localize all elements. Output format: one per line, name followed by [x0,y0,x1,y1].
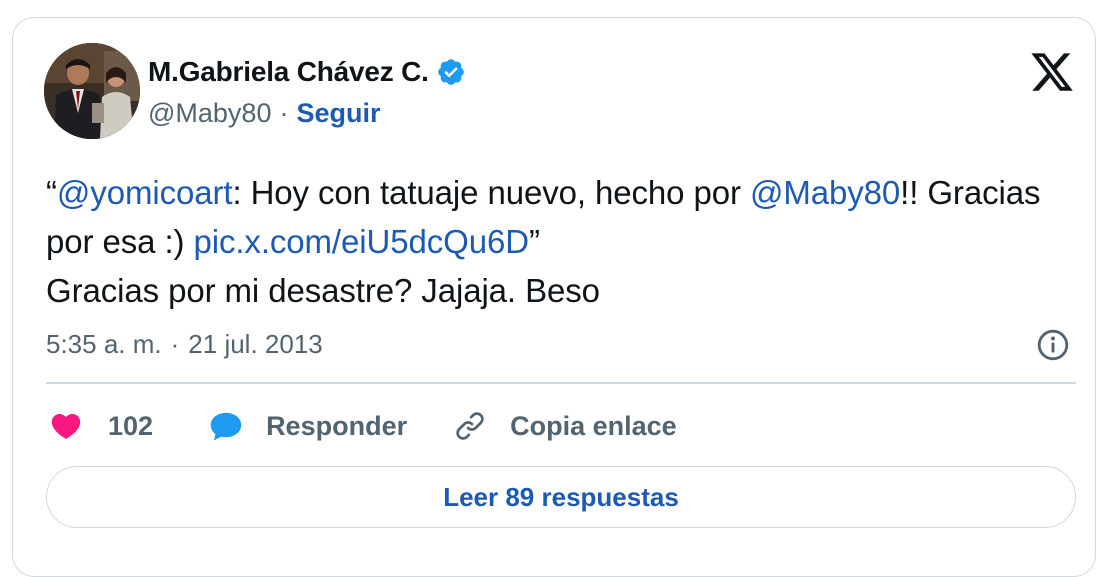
name-row: M.Gabriela Chávez C. [148,54,466,90]
heart-icon [49,409,83,443]
media-link[interactable]: pic.x.com/eiU5dcQu6D [193,223,529,260]
close-quote: ” [528,223,540,260]
tweet-time: 5:35 a. m. [46,328,162,359]
handle-separator: · [279,97,289,128]
speech-bubble-icon [208,409,244,443]
tweet-text-part: : Hoy con tatuaje nuevo, hecho por [232,174,750,211]
verified-badge-icon [436,57,466,87]
like-button[interactable]: 102 [49,409,208,443]
user-handle[interactable]: @Maby80 [148,98,271,129]
mention-link[interactable]: @Maby80 [750,174,900,211]
handle-row: @Maby80 · Seguir [148,95,381,131]
tweet-text-part: Gracias por mi desastre? Jajaja. Beso [46,272,600,309]
open-quote: “ [46,174,57,211]
likes-count: 102 [108,410,154,441]
link-icon [453,409,487,443]
follow-button[interactable]: Seguir [296,98,380,129]
avatar-photo [44,43,140,139]
tweet-timestamp[interactable]: 5:35 a. m. · 21 jul. 2013 [46,326,323,362]
tweet-text: “@yomicoart: Hoy con tatuaje nuevo, hech… [46,168,1076,315]
reply-button[interactable]: Responder [208,409,453,443]
tweet-card: M.Gabriela Chávez C. @Maby80 · Seguir “@… [12,17,1096,577]
copy-link-button[interactable]: Copia enlace [453,409,677,443]
info-icon[interactable] [1035,327,1071,363]
copy-link-label: Copia enlace [510,410,677,441]
divider [46,382,1076,384]
mention-link[interactable]: @yomicoart [57,174,233,211]
meta-separator: · [170,328,180,359]
avatar[interactable] [44,43,140,139]
display-name[interactable]: M.Gabriela Chávez C. [148,56,429,88]
read-replies-button[interactable]: Leer 89 respuestas [46,466,1076,528]
action-bar: 102 Responder Copia enlace [49,402,677,450]
tweet-date: 21 jul. 2013 [188,328,323,359]
reply-label: Responder [266,410,408,441]
x-logo-icon[interactable] [1029,49,1075,95]
